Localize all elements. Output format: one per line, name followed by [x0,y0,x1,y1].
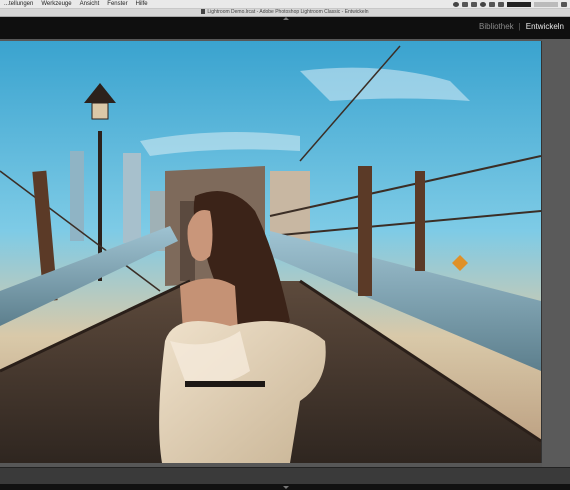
collapse-top-panel-icon[interactable] [283,17,289,20]
develop-work-area [0,39,570,467]
menu-window[interactable]: Fenster [103,0,131,8]
status-icon[interactable] [489,1,495,7]
bottom-panel [0,467,570,490]
mac-menu-bar: ...tellungen Werkzeuge Ansicht Fenster H… [0,0,570,9]
status-icon[interactable] [480,1,486,7]
photo-preview[interactable] [0,41,542,463]
top-panel: Bibliothek | Entwickeln [0,17,570,39]
status-icon[interactable] [471,1,477,7]
menu-settings[interactable]: ...tellungen [0,0,37,8]
status-icon[interactable] [462,1,468,7]
menu-tools[interactable]: Werkzeuge [37,0,75,8]
module-separator: | [518,22,521,31]
search-icon[interactable] [561,1,567,7]
right-panel-collapsed[interactable] [542,39,570,467]
window-title: Lightroom Demo.lrcat - Adobe Photoshop L… [207,9,369,15]
bridge-portrait-photo [0,41,541,463]
status-box [507,1,531,7]
creative-cloud-icon[interactable] [453,1,459,7]
status-icon[interactable] [498,1,504,7]
document-icon [201,9,206,15]
status-box [534,1,558,7]
menu-help[interactable]: Hilfe [132,0,152,8]
window-title-bar: Lightroom Demo.lrcat - Adobe Photoshop L… [0,9,570,17]
menu-view[interactable]: Ansicht [76,0,104,8]
module-develop[interactable]: Entwickeln [526,22,564,31]
collapse-filmstrip-icon[interactable] [283,486,289,489]
module-picker: Bibliothek | Entwickeln [479,22,564,31]
module-library[interactable]: Bibliothek [479,22,514,31]
status-tray [453,1,570,7]
develop-toolbar [0,467,570,484]
